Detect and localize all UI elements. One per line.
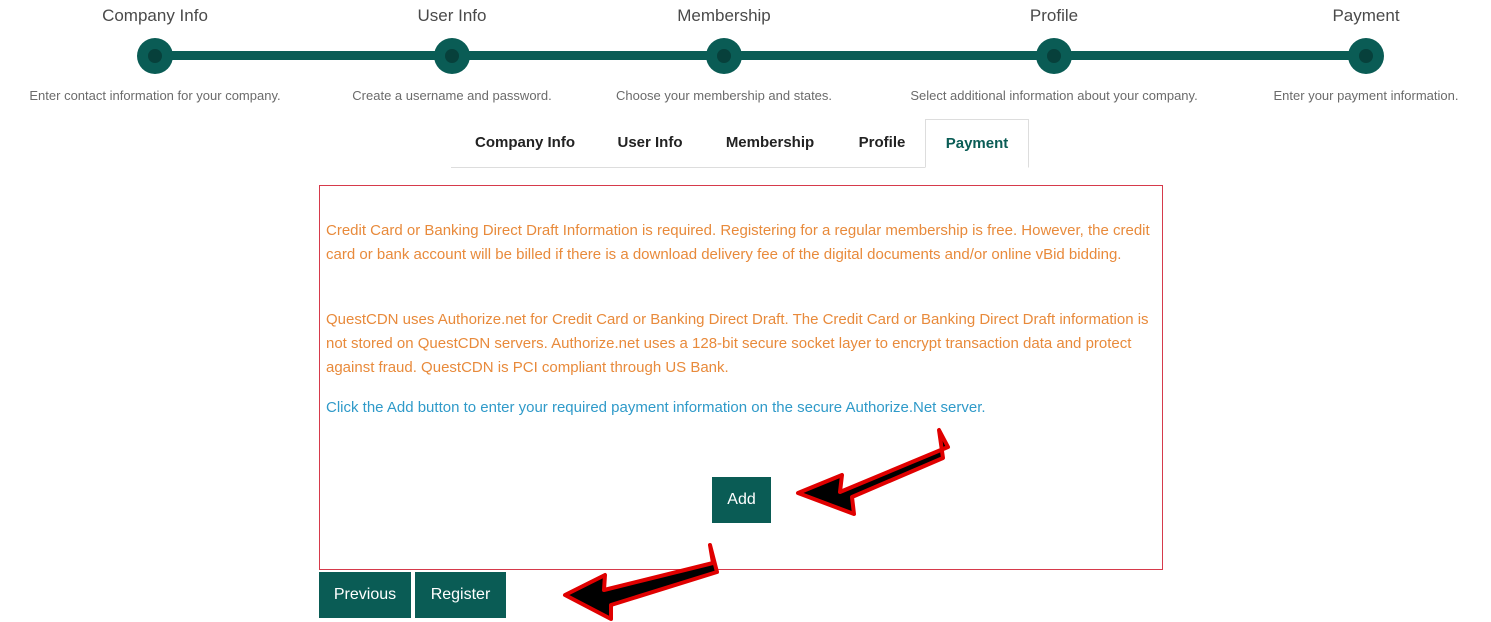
register-button[interactable]: Register bbox=[415, 572, 506, 618]
step-dot-icon bbox=[137, 38, 173, 74]
step-description: Create a username and password. bbox=[352, 88, 552, 103]
tab-membership[interactable]: Membership bbox=[701, 119, 839, 167]
annotation-arrow-icon bbox=[796, 428, 950, 516]
step-title: Membership bbox=[677, 6, 771, 25]
tab-payment[interactable]: Payment bbox=[925, 119, 1029, 168]
tab-company-info[interactable]: Company Info bbox=[451, 119, 599, 167]
progress-stepper: Company Info Enter contact information f… bbox=[0, 0, 1491, 110]
step-description: Enter contact information for your compa… bbox=[29, 88, 281, 103]
step-title: User Info bbox=[417, 6, 487, 25]
step-title: Payment bbox=[1332, 6, 1400, 25]
tab-bar: Company Info User Info Membership Profil… bbox=[451, 119, 1029, 168]
step-description: Choose your membership and states. bbox=[615, 88, 833, 103]
add-payment-button[interactable]: Add bbox=[712, 477, 771, 523]
previous-button[interactable]: Previous bbox=[319, 572, 411, 618]
step-title: Company Info bbox=[102, 6, 208, 25]
stepper-track bbox=[155, 51, 1366, 60]
payment-notice-text: Credit Card or Banking Direct Draft Info… bbox=[326, 222, 1150, 263]
tab-profile[interactable]: Profile bbox=[839, 119, 925, 167]
add-instructions-text: Click the Add button to enter your requi… bbox=[326, 399, 986, 416]
step-dot-icon bbox=[1036, 38, 1072, 74]
registration-page: Company Info Enter contact information f… bbox=[0, 0, 1491, 622]
payment-panel: Credit Card or Banking Direct Draft Info… bbox=[319, 185, 1163, 570]
step-dot-icon bbox=[434, 38, 470, 74]
annotation-arrow-icon bbox=[563, 543, 719, 621]
security-notice-text: QuestCDN uses Authorize.net for Credit C… bbox=[326, 311, 1149, 376]
step-dot-icon bbox=[706, 38, 742, 74]
tab-user-info[interactable]: User Info bbox=[599, 119, 701, 167]
step-description: Enter your payment information. bbox=[1273, 88, 1459, 103]
step-title: Profile bbox=[1029, 6, 1079, 25]
step-description: Select additional information about your… bbox=[910, 88, 1198, 103]
step-dot-icon bbox=[1348, 38, 1384, 74]
